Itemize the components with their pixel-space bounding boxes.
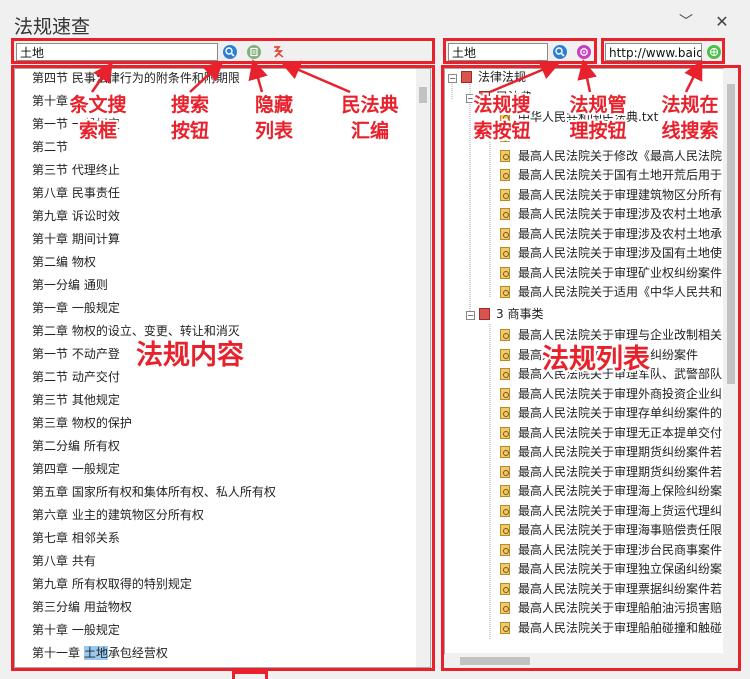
annotation-law-content: 法规内容 [136,340,244,371]
law-search-icon[interactable] [553,45,567,59]
content-line: 第一章 一般规定 [32,301,120,315]
content-line-suffix: 承包经营权 [107,646,168,660]
close-icon[interactable]: ✕ [712,12,732,32]
hide-list-icon[interactable] [247,45,261,59]
annotation-law-search-button: 法规搜 索按钮 [473,94,531,142]
content-line: 第二分编 所有权 [32,439,120,453]
content-line: 第八章 民事责任 [32,186,120,200]
online-search-icon[interactable] [707,45,721,59]
content-line: 第九章 诉讼时效 [32,209,120,223]
content-line: 第三节 其他规定 [32,393,120,407]
annotation-law-manage-button: 法规管 理按钮 [569,94,627,142]
content-line: 第三节 代理终止 [32,163,120,177]
content-line: 第八章 共有 [32,554,96,568]
minimize-icon[interactable]: ﹀ [676,12,696,32]
civil-code-icon[interactable] [270,44,286,60]
search-icon[interactable] [223,45,237,59]
window-title: 法规速查 [14,16,91,38]
content-line: 第九章 所有权取得的特别规定 [32,577,192,591]
annotation-hide-list: 隐藏 列表 [254,94,293,142]
content-line: 第四节 民事法律行为的附条件和附期限 [32,71,240,85]
search-highlight: 土地 [83,646,108,660]
content-line-last: 第十一章 土地承包经营权 [32,642,168,664]
content-line: 第七章 相邻关系 [32,531,120,545]
law-manage-icon[interactable] [577,45,591,59]
content-line: 第六章 业主的建筑物区分所有权 [32,508,204,522]
content-line: 第一节 不动产登 [32,347,120,361]
content-line: 第二章 物权的设立、变更、转让和消灭 [32,324,240,338]
content-line: 第十章 一般规定 [32,623,120,637]
content-line: 第十章 期间计算 [32,232,120,246]
annotation-civil-code: 民法典 汇编 [341,94,399,142]
bottom-highlight-stub [232,671,268,679]
content-line-prefix: 第十一章 [32,646,84,660]
annotation-search-button: 搜索 按钮 [170,94,209,142]
url-input[interactable]: http://www.baidu [605,43,702,61]
annotation-law-list: 法规列表 [542,344,650,375]
content-line: 第五章 国家所有权和集体所有权、私人所有权 [32,485,276,499]
content-line: 第一分编 通则 [32,278,108,292]
content-line: 第三分编 用益物权 [32,600,132,614]
content-line: 第二节 动产交付 [32,370,120,384]
annotation-search-box: 条文搜 索框 [69,94,127,142]
law-search-input[interactable]: 土地 [448,43,548,61]
content-line: 第二编 物权 [32,255,96,269]
content-line: 第四章 一般规定 [32,462,120,476]
article-search-input[interactable]: 土地 [16,43,218,61]
annotation-law-online-search: 法规在 线搜索 [661,94,719,142]
content-line: 第三章 物权的保护 [32,416,132,430]
